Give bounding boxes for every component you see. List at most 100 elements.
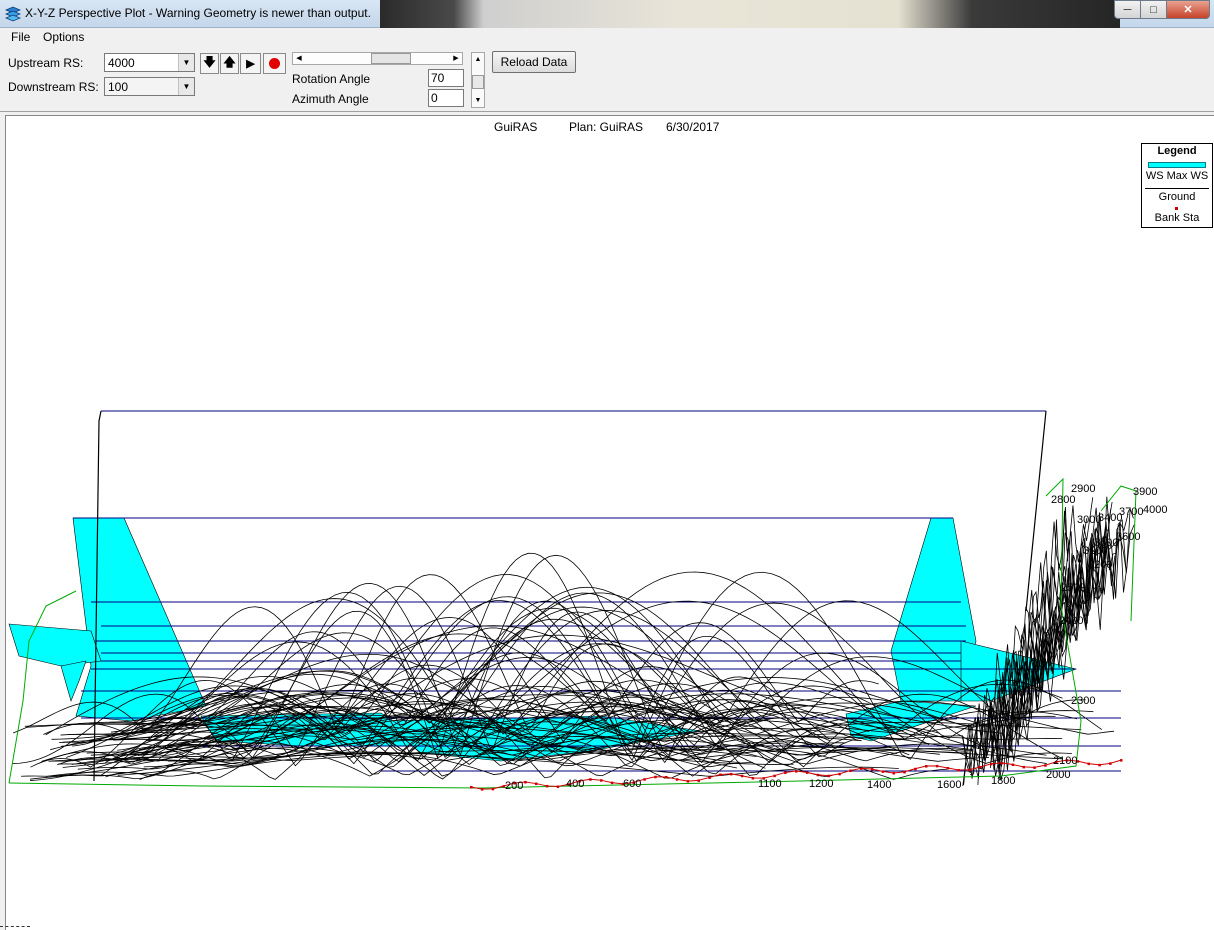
maximize-button[interactable]: □: [1140, 0, 1166, 19]
station-label: 3900: [1133, 486, 1157, 498]
bank-station-marker: [654, 775, 657, 779]
bank-station-marker: [860, 767, 863, 770]
bank-station-marker: [795, 770, 798, 773]
arrow-up-icon: 🡅: [223, 55, 236, 69]
upstream-rs-select[interactable]: 4000 ▼: [104, 53, 195, 72]
station-label: 1200: [809, 778, 833, 790]
minimize-button[interactable]: ─: [1114, 0, 1140, 19]
bank-station-marker: [535, 782, 538, 786]
bank-station-marker: [665, 775, 668, 779]
bank-station-marker: [849, 769, 852, 773]
legend-bank-dot: [1175, 207, 1178, 210]
arrow-left-icon[interactable]: ◀: [293, 53, 305, 64]
stacked-layers-icon: [5, 6, 21, 22]
bank-station-marker: [1109, 762, 1112, 765]
application-window: X-Y-Z Perspective Plot - Warning Geometr…: [0, 0, 1214, 930]
move-down-button[interactable]: 🡇: [200, 53, 219, 74]
water-surface: [8, 517, 1078, 762]
bank-station-marker: [1022, 765, 1025, 769]
title-bar[interactable]: X-Y-Z Perspective Plot - Warning Geometr…: [0, 0, 1214, 28]
station-label: 3600: [1116, 531, 1140, 543]
menu-options[interactable]: Options: [43, 30, 84, 44]
azimuth-angle-input[interactable]: 0: [428, 89, 464, 107]
bank-station-marker: [524, 780, 527, 784]
bank-station-marker: [870, 768, 874, 771]
downstream-rs-select[interactable]: 100 ▼: [104, 77, 195, 96]
rotation-angle-input[interactable]: 70: [428, 69, 464, 87]
upstream-rs-label: Upstream RS:: [8, 56, 84, 70]
bank-station-marker: [480, 788, 484, 791]
bank-station-marker: [708, 776, 711, 779]
downstream-rs-value: 100: [108, 80, 129, 94]
play-icon: ▶: [246, 58, 255, 70]
menu-bar: File Options: [0, 28, 1214, 47]
bank-station-marker: [946, 766, 950, 770]
station-label: 2100: [1053, 755, 1077, 767]
station-label: 1100: [758, 778, 782, 790]
bank-station-marker: [600, 779, 603, 782]
scrollbar-thumb[interactable]: [472, 75, 484, 89]
bank-station-marker: [719, 773, 722, 776]
menu-file[interactable]: File: [11, 30, 30, 44]
azimuth-angle-label: Azimuth Angle: [292, 92, 369, 106]
arrow-right-icon[interactable]: ▶: [450, 53, 462, 64]
move-up-button[interactable]: 🡅: [220, 53, 239, 74]
arrow-down-icon[interactable]: ▼: [472, 94, 484, 107]
toolbar: Upstream RS: 4000 ▼ Downstream RS: 100 ▼…: [0, 47, 1214, 112]
bank-station-marker: [491, 787, 495, 791]
bank-station-marker: [697, 779, 700, 782]
bank-station-marker: [903, 770, 906, 774]
bank-station-marker: [589, 778, 592, 781]
station-label: 2800: [1051, 494, 1075, 506]
station-label: 400: [566, 778, 584, 790]
arrow-up-icon[interactable]: ▲: [472, 53, 484, 66]
bank-station-marker: [990, 762, 993, 766]
angle-scrollbar[interactable]: ▲ ▼: [471, 52, 485, 108]
bank-station-marker: [968, 768, 971, 772]
reload-data-button[interactable]: Reload Data: [492, 51, 576, 73]
legend-box: Legend WS Max WS Ground Bank Sta: [1141, 143, 1213, 228]
bank-station-marker: [838, 772, 841, 776]
bank-station-marker: [556, 785, 560, 789]
bank-station-marker: [1000, 761, 1004, 765]
station-label: 1400: [867, 779, 891, 791]
upstream-rs-value: 4000: [108, 56, 135, 70]
legend-title: Legend: [1157, 145, 1197, 157]
rotation-angle-value: 70: [431, 71, 445, 85]
bank-station-marker: [881, 770, 885, 773]
water-polygon: [960, 640, 1078, 702]
station-label: 2500: [1061, 582, 1085, 594]
close-button[interactable]: ✕: [1166, 0, 1210, 19]
chevron-down-icon[interactable]: ▼: [178, 78, 194, 95]
bank-station-marker: [935, 764, 939, 768]
rotation-slider[interactable]: ◀ ▶: [292, 52, 463, 65]
chevron-down-icon[interactable]: ▼: [178, 54, 194, 71]
bank-station-marker: [545, 784, 549, 788]
play-animation-button[interactable]: ▶: [240, 53, 261, 74]
legend-item-ground: Ground: [1158, 191, 1196, 203]
background-desktop-strip: [380, 0, 1120, 28]
station-label: 3500: [1094, 537, 1118, 549]
bank-station-marker: [610, 781, 614, 785]
bank-station-marker: [1120, 759, 1123, 762]
window-title: X-Y-Z Perspective Plot - Warning Geometr…: [25, 6, 371, 20]
bank-station-marker: [914, 767, 917, 771]
station-label: 1800: [991, 775, 1015, 787]
bank-station-marker: [925, 765, 928, 768]
status-edge: [0, 926, 30, 930]
perspective-plot-area[interactable]: GuiRAS Plan: GuiRAS 6/30/2017 200 400 600 1…: [5, 115, 1214, 930]
legend-item-ws: WS Max WS: [1145, 170, 1209, 182]
bank-station-marker: [470, 786, 473, 789]
station-label: 600: [623, 778, 641, 790]
slider-thumb[interactable]: [371, 53, 412, 64]
bank-station-marker: [643, 778, 646, 781]
station-label: 1600: [937, 779, 961, 791]
station-label: 4000: [1143, 504, 1167, 516]
rotation-angle-label: Rotation Angle: [292, 72, 371, 86]
downstream-rs-label: Downstream RS:: [8, 80, 99, 94]
bank-station-marker: [730, 772, 733, 776]
station-label: 3200: [1088, 559, 1112, 571]
window-controls: ─ □ ✕: [1114, 0, 1210, 20]
bank-station-marker: [1011, 763, 1015, 767]
record-button[interactable]: [263, 53, 286, 74]
